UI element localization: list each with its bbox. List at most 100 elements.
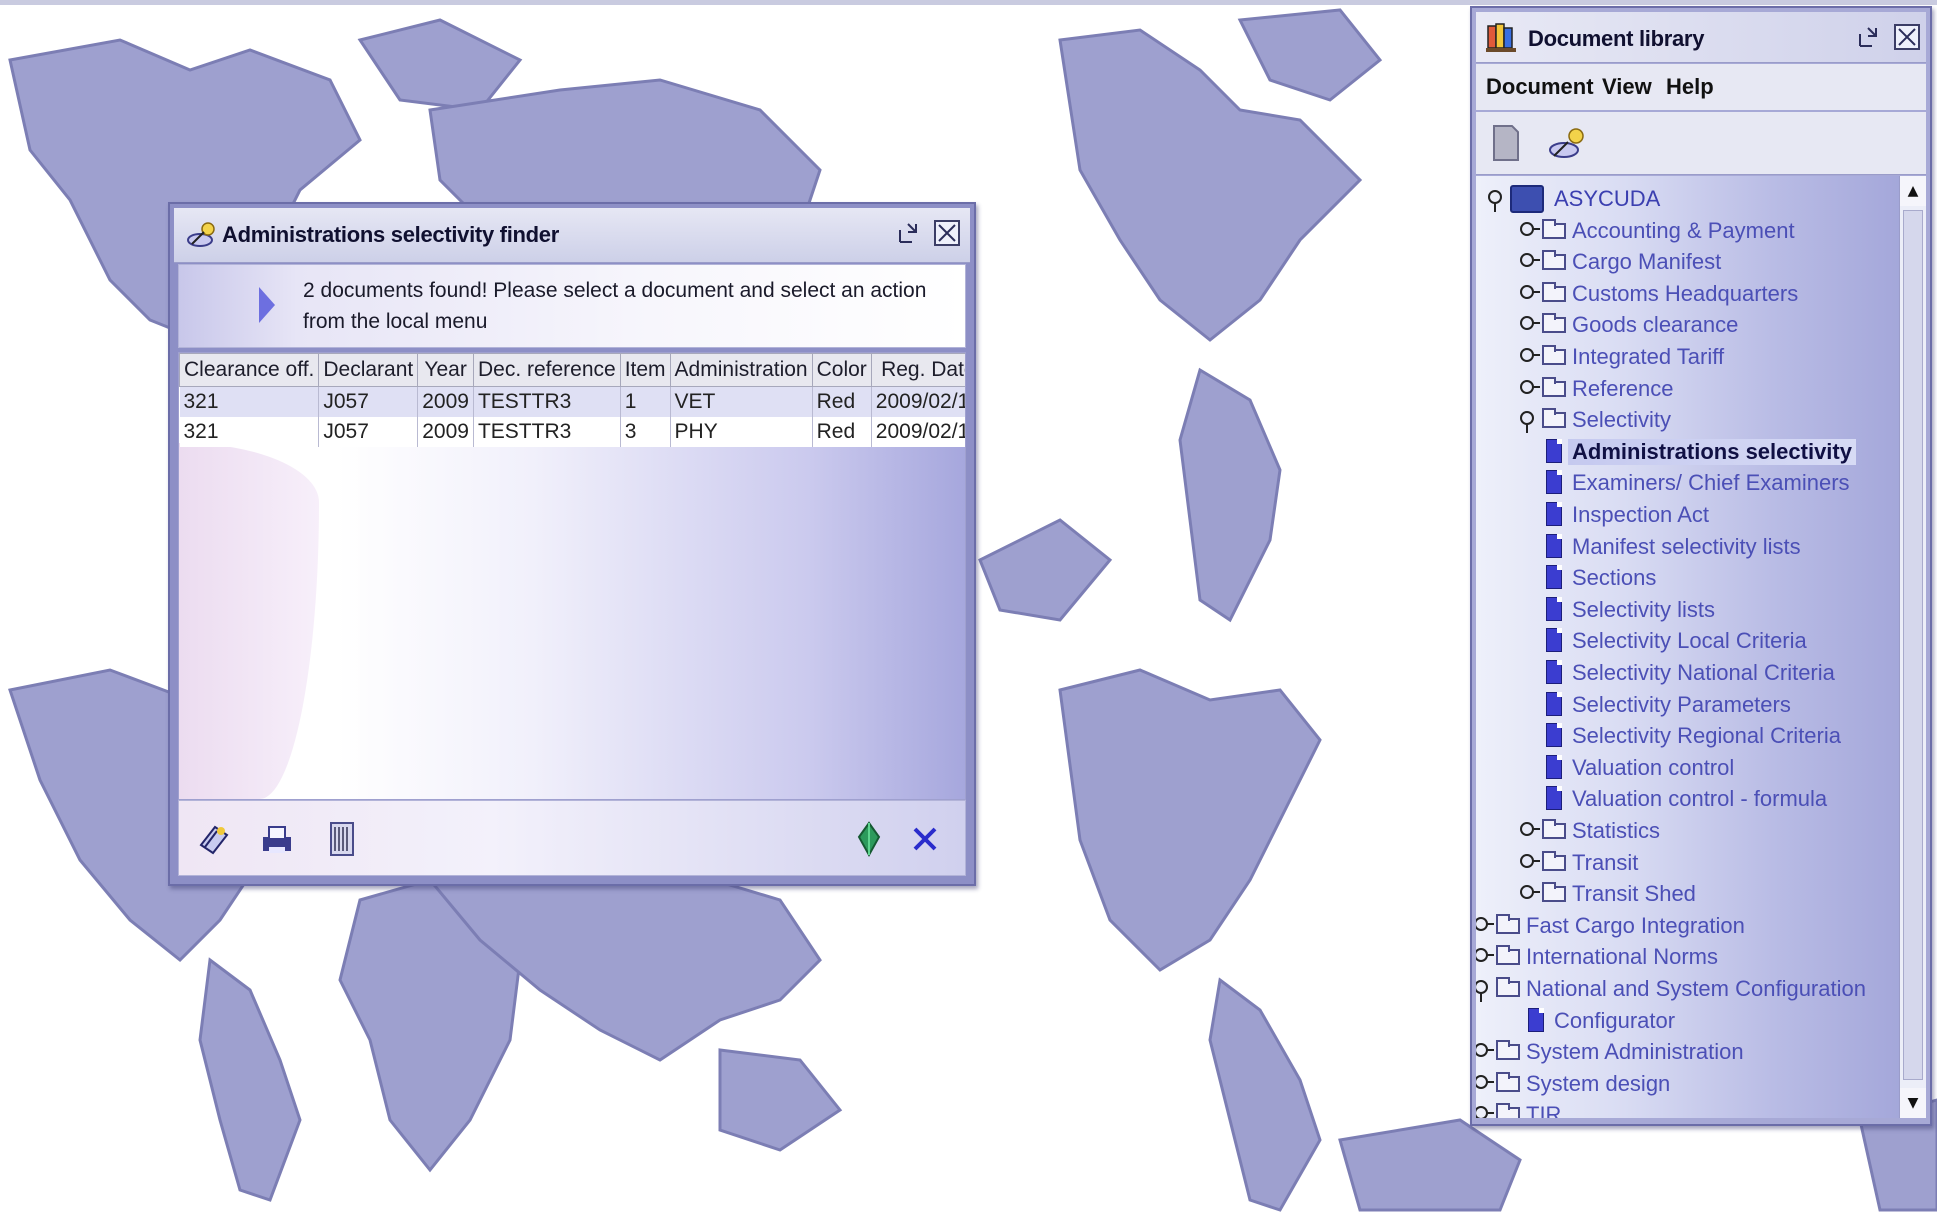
- expanded-toggle-icon[interactable]: [1488, 190, 1502, 212]
- finder-titlebar[interactable]: Administrations selectivity finder: [174, 208, 970, 263]
- collapsed-toggle-icon[interactable]: [1520, 221, 1540, 236]
- tree-item-accounting-payment[interactable]: Accounting & Payment: [1476, 216, 1900, 246]
- cell-clearance-office: 321: [179, 386, 320, 417]
- tree-item-label: Configurator: [1554, 1007, 1676, 1033]
- tree-item-system-administration[interactable]: System Administration: [1476, 1037, 1886, 1067]
- tree-item-asycuda[interactable]: ASYCUDA: [1476, 184, 1900, 214]
- document-library-window[interactable]: Document library Document View Help ASYC…: [1470, 6, 1932, 1126]
- tree-item-valuation-control[interactable]: Valuation control: [1476, 753, 1900, 783]
- select-icon[interactable]: [849, 819, 889, 859]
- tree-item-system-design[interactable]: System design: [1476, 1069, 1886, 1099]
- cell-dec-reference: TESTTR3: [473, 386, 621, 417]
- cell-administration: PHY: [670, 417, 813, 447]
- folder-icon: [1542, 250, 1566, 271]
- tree-item-examiners-chief-examiners[interactable]: Examiners/ Chief Examiners: [1476, 468, 1900, 498]
- results-table[interactable]: Clearance off. Declarant Year Dec. refer…: [179, 353, 965, 447]
- tree-item-selectivity-local-criteria[interactable]: Selectivity Local Criteria: [1476, 626, 1900, 656]
- document-icon: [1546, 438, 1562, 463]
- tree-item-label: ASYCUDA: [1554, 186, 1661, 211]
- minimize-icon[interactable]: [896, 220, 922, 246]
- document-icon: [1546, 660, 1562, 684]
- close-window-icon[interactable]: [1894, 24, 1920, 50]
- collapsed-toggle-icon[interactable]: [1476, 1074, 1494, 1089]
- menu-help[interactable]: Help: [1666, 74, 1714, 100]
- tree-item-customs-headquarters[interactable]: Customs Headquarters: [1476, 279, 1900, 309]
- tree-item-integrated-tariff[interactable]: Integrated Tariff: [1476, 342, 1900, 372]
- tree-item-administrations-selectivity[interactable]: Administrations selectivity: [1476, 437, 1900, 467]
- column-header-declarant[interactable]: Declarant: [318, 353, 419, 387]
- scrollbar-thumb[interactable]: [1903, 210, 1923, 1080]
- cell-item: 3: [620, 417, 671, 447]
- collapsed-toggle-icon[interactable]: [1520, 253, 1540, 268]
- close-icon[interactable]: [905, 819, 945, 859]
- table-row[interactable]: 321 J057 2009 TESTTR3 3 PHY Red 2009/02/…: [179, 417, 965, 447]
- column-header-dec-reference[interactable]: Dec. reference: [472, 353, 621, 387]
- document-icon: [1546, 786, 1562, 811]
- collapsed-toggle-icon[interactable]: [1520, 853, 1540, 868]
- view-icon[interactable]: [193, 819, 233, 859]
- document-icon: [1546, 533, 1562, 558]
- tree-item-cargo-manifest[interactable]: Cargo Manifest: [1476, 247, 1900, 277]
- tree-item-selectivity[interactable]: Selectivity: [1476, 405, 1900, 435]
- tree-item-national-and-system-configuration[interactable]: National and System Configuration: [1476, 974, 1886, 1004]
- scroll-up-icon[interactable]: ▲: [1900, 176, 1926, 206]
- tree-item-reference[interactable]: Reference: [1476, 374, 1900, 404]
- collapsed-toggle-icon[interactable]: [1520, 316, 1540, 331]
- finder-title: Administrations selectivity finder: [222, 222, 559, 247]
- table-row[interactable]: 321 J057 2009 TESTTR3 1 VET Red 2009/02/…: [179, 386, 965, 417]
- print-icon[interactable]: [257, 819, 297, 859]
- tree-item-selectivity-lists[interactable]: Selectivity lists: [1476, 595, 1900, 625]
- minimize-icon[interactable]: [1856, 24, 1882, 50]
- tree-item-selectivity-regional-criteria[interactable]: Selectivity Regional Criteria: [1476, 721, 1900, 751]
- document-tree[interactable]: ASYCUDA Accounting & Payment Cargo Manifes…: [1476, 176, 1900, 1118]
- tree-item-transit[interactable]: Transit: [1476, 848, 1900, 878]
- document-icon: [1546, 628, 1562, 653]
- finder-app-icon: [187, 222, 215, 247]
- tree-item-label: TIR: [1526, 1102, 1562, 1118]
- tree-scrollbar[interactable]: ▲ ▼: [1899, 176, 1926, 1118]
- tree-item-selectivity-parameters[interactable]: Selectivity Parameters: [1476, 690, 1900, 720]
- selectivity-finder-window[interactable]: Administrations selectivity finder 2 doc…: [168, 202, 976, 886]
- collapsed-toggle-icon[interactable]: [1520, 822, 1540, 836]
- tree-item-statistics[interactable]: Statistics: [1476, 816, 1900, 846]
- tree-item-transit-shed[interactable]: Transit Shed: [1476, 879, 1900, 909]
- results-table-area[interactable]: Clearance off. Declarant Year Dec. refer…: [178, 352, 966, 800]
- find-icon[interactable]: [1548, 126, 1588, 162]
- tree-item-goods-clearance[interactable]: Goods clearance: [1476, 310, 1900, 340]
- collapsed-toggle-icon[interactable]: [1520, 348, 1540, 362]
- column-header-color[interactable]: Color: [811, 353, 872, 387]
- collapsed-toggle-icon[interactable]: [1476, 916, 1494, 931]
- tree-item-sections[interactable]: Sections: [1476, 563, 1900, 593]
- column-header-year[interactable]: Year: [417, 353, 474, 387]
- tree-item-label: Selectivity Parameters: [1572, 691, 1791, 717]
- collapsed-toggle-icon[interactable]: [1520, 284, 1540, 299]
- collapsed-toggle-icon[interactable]: [1520, 379, 1540, 394]
- tree-item-tir[interactable]: TIR: [1476, 1100, 1886, 1118]
- folder-icon: [1496, 977, 1520, 997]
- collapsed-toggle-icon[interactable]: [1476, 948, 1494, 963]
- tree-item-international-norms[interactable]: International Norms: [1476, 942, 1886, 972]
- expanded-toggle-icon[interactable]: [1476, 980, 1488, 1002]
- column-header-clearance-office[interactable]: Clearance off.: [179, 353, 320, 387]
- tree-item-selectivity-national-criteria[interactable]: Selectivity National Criteria: [1476, 658, 1900, 688]
- tree-item-manifest-selectivity-lists[interactable]: Manifest selectivity lists: [1476, 532, 1900, 562]
- barcode-icon[interactable]: [323, 819, 363, 859]
- close-window-icon[interactable]: [934, 220, 960, 246]
- column-header-administration[interactable]: Administration: [669, 353, 813, 387]
- library-titlebar[interactable]: Document library: [1476, 12, 1926, 63]
- tree-item-valuation-control-formula[interactable]: Valuation control - formula: [1476, 784, 1900, 814]
- expanded-toggle-icon[interactable]: [1520, 411, 1534, 434]
- cell-administration: VET: [670, 386, 813, 417]
- collapsed-toggle-icon[interactable]: [1476, 1043, 1494, 1058]
- tree-item-inspection-act[interactable]: Inspection Act: [1476, 500, 1900, 530]
- column-header-reg-date[interactable]: Reg. Date: [870, 353, 965, 387]
- column-header-item[interactable]: Item: [619, 353, 671, 387]
- tree-item-fast-cargo-integration[interactable]: Fast Cargo Integration: [1476, 911, 1886, 941]
- tree-item-configurator[interactable]: Configurator: [1476, 1006, 1882, 1036]
- menu-document[interactable]: Document: [1486, 74, 1594, 100]
- menu-view[interactable]: View: [1602, 74, 1652, 100]
- collapsed-toggle-icon[interactable]: [1520, 885, 1540, 900]
- collapsed-toggle-icon[interactable]: [1476, 1106, 1494, 1118]
- new-document-icon[interactable]: [1492, 124, 1520, 162]
- scroll-down-icon[interactable]: ▼: [1900, 1088, 1926, 1118]
